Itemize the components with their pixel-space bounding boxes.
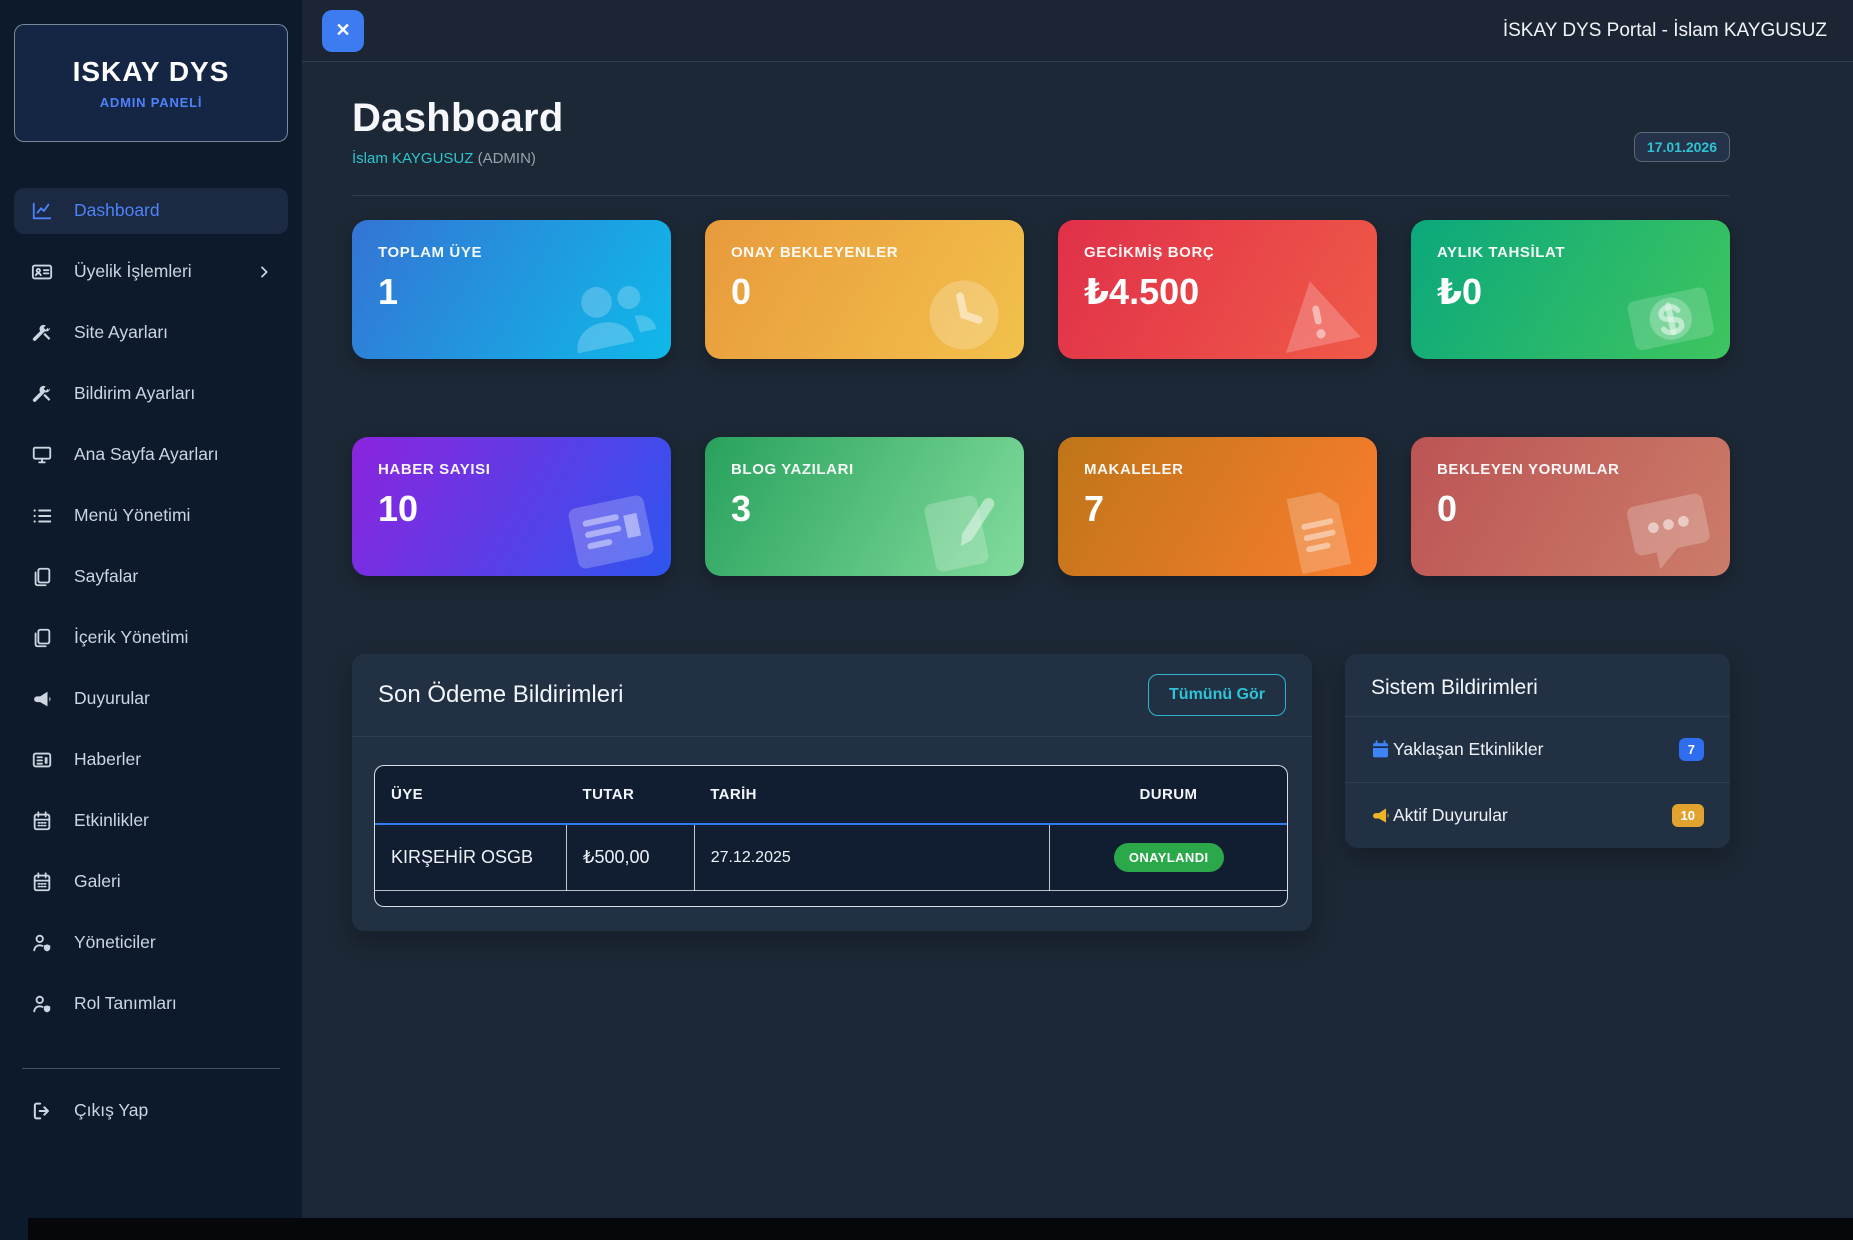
warning-icon <box>1262 260 1371 359</box>
calendar-icon <box>30 870 54 894</box>
payments-panel: Son Ödeme Bildirimleri Tümünü Gör ÜYE TU… <box>352 654 1312 931</box>
portal-title: İSKAY DYS Portal - İslam KAYGUSUZ <box>1503 20 1827 42</box>
stat-card-makaleler: MAKALELER 7 <box>1058 437 1377 576</box>
payments-table: ÜYE TUTAR TARİH DURUM KIRŞEHİR OSGB ₺500… <box>374 765 1288 907</box>
sidebar: ISKAY DYS ADMIN PANELİ Dashboard Üyelik … <box>0 0 302 1240</box>
sidebar-item-sayfalar[interactable]: Sayfalar <box>14 554 288 600</box>
sidebar-item-etkinlikler[interactable]: Etkinlikler <box>14 798 288 844</box>
page-subtitle: İslam KAYGUSUZ (ADMIN) <box>352 150 1730 167</box>
app-logo: ISKAY DYS ADMIN PANELİ <box>14 24 288 142</box>
sidebar-item-menu-yonetimi[interactable]: Menü Yönetimi <box>14 493 288 539</box>
megaphone-icon <box>30 687 54 711</box>
cell-tutar: ₺500,00 <box>567 824 695 891</box>
id-card-icon <box>30 260 54 284</box>
col-header-tutar: TUTAR <box>567 766 695 824</box>
sidebar-item-uyelik-islemleri[interactable]: Üyelik İşlemleri <box>14 249 288 295</box>
stat-card-onay-bekleyenler: ONAY BEKLEYENLER 0 <box>705 220 1024 359</box>
notifications-title: Sistem Bildirimleri <box>1345 654 1730 716</box>
topbar: ✕ İSKAY DYS Portal - İslam KAYGUSUZ <box>302 0 1853 62</box>
calendar-icon <box>30 809 54 833</box>
col-header-uye: ÜYE <box>375 766 567 824</box>
monitor-icon <box>30 443 54 467</box>
sidebar-divider <box>22 1068 280 1069</box>
current-user: İslam KAYGUSUZ <box>352 150 473 167</box>
cell-tarih: 27.12.2025 <box>694 824 1050 891</box>
logo-subtitle: ADMIN PANELİ <box>100 95 203 110</box>
chart-line-icon <box>30 199 54 223</box>
newspaper-icon <box>556 477 665 576</box>
logout-icon <box>30 1099 54 1123</box>
bottom-section: Son Ödeme Bildirimleri Tümünü Gör ÜYE TU… <box>352 654 1730 931</box>
chevron-right-icon <box>256 264 272 280</box>
table-spacer <box>375 891 1287 906</box>
tools-icon <box>30 382 54 406</box>
notification-item-aktif-duyurular[interactable]: Aktif Duyurular 10 <box>1345 782 1730 848</box>
sidebar-item-galeri[interactable]: Galeri <box>14 859 288 905</box>
current-role: (ADMIN) <box>478 150 536 167</box>
stat-card-gecikmis-borc: GECİKMİŞ BORÇ ₺4.500 <box>1058 220 1377 359</box>
users-icon <box>556 260 665 359</box>
sidebar-item-cikis-yap[interactable]: Çıkış Yap <box>14 1088 288 1134</box>
stat-card-haber-sayisi: HABER SAYISI 10 <box>352 437 671 576</box>
sidebar-item-rol-tanimlari[interactable]: Rol Tanımları <box>14 981 288 1027</box>
pages-icon <box>30 565 54 589</box>
table-header-row: ÜYE TUTAR TARİH DURUM <box>375 766 1287 824</box>
calendar-icon <box>1371 740 1390 759</box>
pages-icon <box>30 626 54 650</box>
sidebar-menu: Dashboard Üyelik İşlemleri Site Ayarları… <box>14 188 288 1134</box>
cell-uye: KIRŞEHİR OSGB <box>375 824 567 891</box>
col-header-durum: DURUM <box>1050 766 1287 824</box>
system-notifications-panel: Sistem Bildirimleri Yaklaşan Etkinlikler… <box>1345 654 1730 848</box>
sidebar-item-icerik-yonetimi[interactable]: İçerik Yönetimi <box>14 615 288 661</box>
user-shield-icon <box>30 992 54 1016</box>
clock-icon <box>909 260 1018 359</box>
newspaper-icon <box>30 748 54 772</box>
sidebar-item-haberler[interactable]: Haberler <box>14 737 288 783</box>
comments-icon <box>1615 477 1724 576</box>
cell-durum: ONAYLANDI <box>1050 824 1287 891</box>
logo-title: ISKAY DYS <box>73 56 230 88</box>
sidebar-item-duyurular[interactable]: Duyurular <box>14 676 288 722</box>
status-badge: ONAYLANDI <box>1114 843 1224 872</box>
sidebar-item-dashboard[interactable]: Dashboard <box>14 188 288 234</box>
article-file-icon <box>1262 477 1371 576</box>
list-icon <box>30 504 54 528</box>
payments-title: Son Ödeme Bildirimleri <box>378 681 623 709</box>
sidebar-item-ana-sayfa-ayarlari[interactable]: Ana Sayfa Ayarları <box>14 432 288 478</box>
page-title: Dashboard <box>352 96 1730 141</box>
close-sidebar-button[interactable]: ✕ <box>322 10 364 52</box>
sidebar-item-yoneticiler[interactable]: Yöneticiler <box>14 920 288 966</box>
date-badge: 17.01.2026 <box>1634 132 1730 162</box>
payments-divider <box>352 736 1312 737</box>
close-icon: ✕ <box>335 20 350 41</box>
sidebar-item-site-ayarlari[interactable]: Site Ayarları <box>14 310 288 356</box>
notification-item-yaklasan-etkinlikler[interactable]: Yaklaşan Etkinlikler 7 <box>1345 716 1730 782</box>
count-badge: 7 <box>1679 738 1704 761</box>
stat-card-bekleyen-yorumlar: BEKLEYEN YORUMLAR 0 <box>1411 437 1730 576</box>
bottom-window-edge <box>28 1218 1853 1240</box>
sidebar-item-bildirim-ayarlari[interactable]: Bildirim Ayarları <box>14 371 288 417</box>
megaphone-icon <box>1371 806 1390 825</box>
stat-cards: TOPLAM ÜYE 1 ONAY BEKLEYENLER 0 GECİKMİŞ… <box>352 220 1730 576</box>
stat-card-toplam-uye: TOPLAM ÜYE 1 <box>352 220 671 359</box>
tools-icon <box>30 321 54 345</box>
table-row: KIRŞEHİR OSGB ₺500,00 27.12.2025 ONAYLAN… <box>375 824 1287 891</box>
view-all-button[interactable]: Tümünü Gör <box>1148 674 1286 716</box>
col-header-tarih: TARİH <box>694 766 1050 824</box>
count-badge: 10 <box>1672 804 1704 827</box>
header-divider <box>352 195 1730 196</box>
blog-pen-icon <box>909 477 1018 576</box>
user-shield-icon <box>30 931 54 955</box>
stat-card-blog-yazilari: BLOG YAZILARI 3 <box>705 437 1024 576</box>
money-icon <box>1615 260 1724 359</box>
stat-card-aylik-tahsilat: AYLIK TAHSİLAT ₺0 <box>1411 220 1730 359</box>
main-content: Dashboard İslam KAYGUSUZ (ADMIN) 17.01.2… <box>302 62 1853 1240</box>
